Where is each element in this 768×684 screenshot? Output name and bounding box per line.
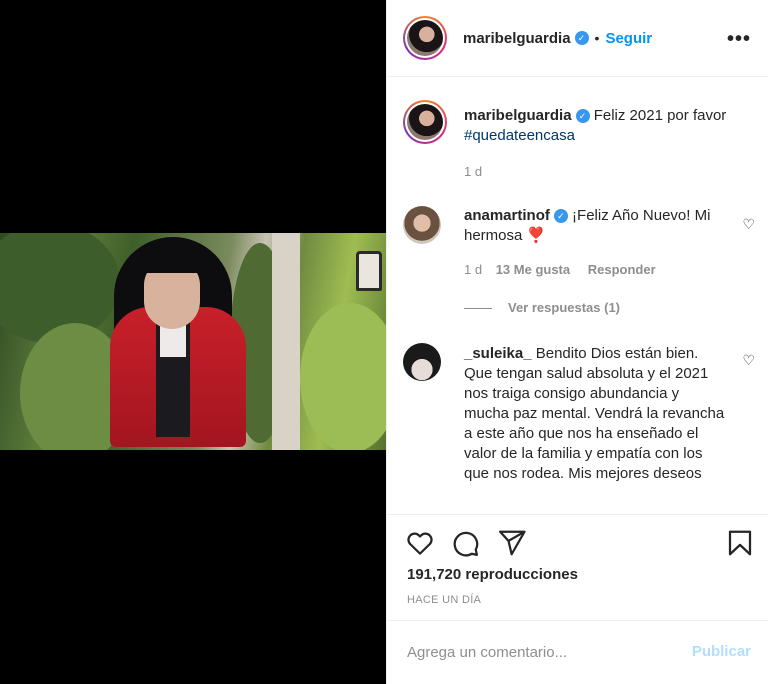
comment-meta: 1 d 13 Me gusta Responder [464,262,656,277]
verified-badge-icon: ✓ [574,31,589,45]
video-subject [106,237,256,450]
more-options-icon[interactable]: ••• [727,28,751,51]
comment-time: 1 d [464,262,483,277]
hashtag-link[interactable]: #quedateencasa [464,127,575,144]
comment-text: Bendito Dios están bien. Que tengan salu… [464,345,725,482]
post-media[interactable] [0,0,386,684]
post-side-panel: maribelguardia ✓ • Seguir ••• maribelgua… [386,0,768,684]
caption-text: Feliz 2021 por favor [593,107,727,124]
view-replies-label: Ver respuestas (1) [508,300,621,315]
separator-dot: • [594,30,600,46]
background-wall [272,233,300,450]
bookmark-icon[interactable] [725,528,755,558]
comment: _suleika_ Bendito Dios están bien. Que t… [464,344,726,484]
caption-username[interactable]: maribelguardia [464,107,572,124]
view-replies-button[interactable]: Ver respuestas (1) [464,300,620,315]
post-actions: 191,720 reproducciones HACE UN DÍA [387,514,768,620]
follow-button[interactable]: Seguir [605,30,652,47]
post-date: HACE UN DÍA [407,594,482,606]
verified-badge-icon: ✓ [575,109,590,124]
caption: maribelguardia ✓ Feliz 2021 por favor #qu… [464,106,759,146]
heart-icon[interactable] [405,528,435,558]
caption-time: 1 d [464,164,483,179]
publish-button[interactable]: Publicar [692,643,751,660]
view-replies-line [464,308,492,310]
heart-exclamation-emoji: ❣️ [526,227,546,244]
comment-like-icon[interactable]: ♡ [742,352,755,369]
comment-like-icon[interactable]: ♡ [742,216,755,233]
lamp-post [356,251,382,291]
commenter-username[interactable]: _suleika_ [464,345,532,362]
post-header: maribelguardia ✓ • Seguir ••• [387,0,768,77]
reply-button[interactable]: Responder [588,262,656,277]
verified-badge-icon: ✓ [553,209,568,224]
comment-icon[interactable] [450,528,480,558]
commenter-avatar[interactable] [403,206,441,244]
commenter-avatar[interactable] [403,343,441,381]
background-foliage [300,303,386,450]
comment-composer: Publicar [387,620,768,684]
comment-input[interactable] [407,639,667,665]
views-count[interactable]: 191,720 reproducciones [407,566,578,583]
author-username[interactable]: maribelguardia [463,30,571,47]
comment-likes[interactable]: 13 Me gusta [496,262,570,277]
comment: anamartinof ✓ ¡Feliz Año Nuevo! Mi hermos… [464,206,724,246]
video-player[interactable] [0,233,386,450]
avatar[interactable] [403,16,447,60]
commenter-username[interactable]: anamartinof [464,207,550,224]
comments-list[interactable]: maribelguardia ✓ Feliz 2021 por favor #qu… [387,78,768,514]
caption-avatar[interactable] [403,100,447,144]
send-icon[interactable] [497,528,527,558]
